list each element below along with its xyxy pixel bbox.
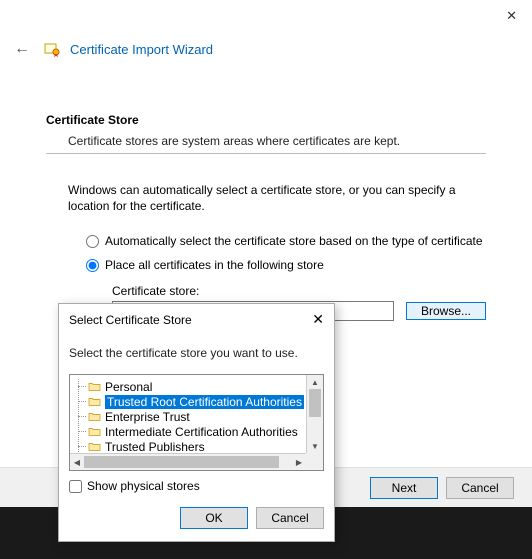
tree-item-label: Intermediate Certification Authorities: [105, 425, 298, 439]
certificate-icon: [44, 41, 60, 57]
back-arrow-icon[interactable]: ←: [10, 40, 34, 58]
radio-auto-select[interactable]: Automatically select the certificate sto…: [86, 234, 486, 248]
vertical-scrollbar[interactable]: ▲ ▼: [306, 375, 323, 453]
ok-button[interactable]: OK: [180, 507, 248, 529]
divider: [46, 153, 486, 154]
scroll-left-arrow-icon[interactable]: ◀: [70, 454, 84, 470]
scroll-corner: [306, 453, 323, 470]
wizard-header: ← Certificate Import Wizard: [0, 0, 532, 58]
tree-item[interactable]: Trusted Root Certification Authorities: [70, 394, 323, 409]
browse-button[interactable]: Browse...: [406, 302, 486, 320]
folder-icon: [88, 381, 101, 392]
select-cert-store-dialog: Select Certificate Store ✕ Select the ce…: [58, 303, 335, 542]
show-physical-checkbox[interactable]: [69, 480, 82, 493]
content-area: Certificate Store Certificate stores are…: [0, 58, 532, 321]
radio-place-all[interactable]: Place all certificates in the following …: [86, 258, 486, 272]
radio-place-label: Place all certificates in the following …: [105, 258, 324, 272]
horizontal-scrollbar[interactable]: ◀ ▶: [70, 453, 306, 470]
folder-icon: [88, 411, 101, 422]
radio-place-input[interactable]: [86, 259, 99, 272]
horizontal-scroll-thumb[interactable]: [84, 456, 279, 468]
description-text: Windows can automatically select a certi…: [68, 182, 486, 214]
dialog-subtitle: Select the certificate store you want to…: [59, 332, 334, 370]
scroll-down-arrow-icon[interactable]: ▼: [307, 439, 323, 453]
tree-item-label: Trusted Root Certification Authorities: [105, 395, 304, 409]
folder-icon: [88, 396, 101, 407]
tree-item[interactable]: Enterprise Trust: [70, 409, 323, 424]
next-button[interactable]: Next: [370, 477, 438, 499]
dialog-cancel-button[interactable]: Cancel: [256, 507, 324, 529]
folder-icon: [88, 426, 101, 437]
scroll-right-arrow-icon[interactable]: ▶: [292, 454, 306, 470]
cancel-button[interactable]: Cancel: [446, 477, 514, 499]
show-physical-label: Show physical stores: [87, 479, 200, 493]
radio-auto-label: Automatically select the certificate sto…: [105, 234, 483, 248]
section-title: Certificate Store: [46, 113, 486, 127]
tree-item[interactable]: Intermediate Certification Authorities: [70, 424, 323, 439]
vertical-scroll-thumb[interactable]: [309, 389, 321, 417]
radio-auto-input[interactable]: [86, 235, 99, 248]
show-physical-stores[interactable]: Show physical stores: [59, 471, 334, 501]
tree-item-label: Trusted Publishers: [105, 440, 205, 454]
dialog-title: Select Certificate Store: [69, 313, 192, 327]
scroll-up-arrow-icon[interactable]: ▲: [307, 375, 323, 389]
tree-item[interactable]: Trusted Publishers: [70, 439, 323, 454]
folder-icon: [88, 441, 101, 452]
page-title: Certificate Import Wizard: [70, 42, 213, 57]
tree-item-label: Personal: [105, 380, 152, 394]
tree-item-label: Enterprise Trust: [105, 410, 190, 424]
tree-item[interactable]: Personal: [70, 379, 323, 394]
dialog-close-icon[interactable]: ✕: [312, 311, 324, 328]
section-subtitle: Certificate stores are system areas wher…: [68, 134, 486, 148]
cert-store-label: Certificate store:: [112, 284, 486, 298]
close-icon[interactable]: ✕: [506, 8, 517, 24]
cert-store-treeview[interactable]: PersonalTrusted Root Certification Autho…: [69, 374, 324, 471]
